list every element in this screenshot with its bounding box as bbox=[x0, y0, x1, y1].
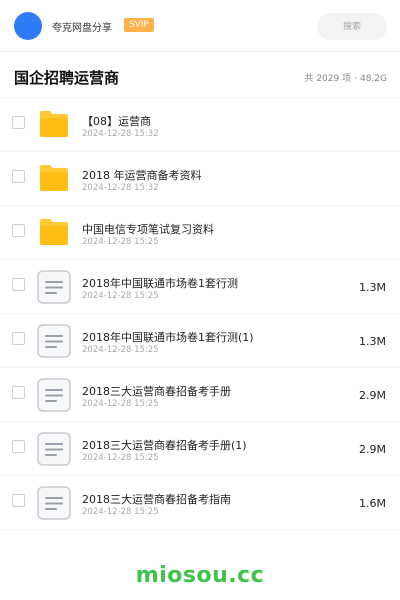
file-row[interactable]: 2018年中国联通市场卷1套行测(1) 2024-12-28 15:25 1.3M bbox=[0, 314, 400, 368]
row-checkbox[interactable] bbox=[12, 386, 25, 399]
folder-row[interactable]: 2018 年运营商备考资料 2024-12-28 15:32 bbox=[0, 152, 400, 206]
document-icon bbox=[37, 324, 71, 358]
item-size: 1.3M bbox=[359, 281, 386, 294]
row-checkbox[interactable] bbox=[12, 332, 25, 345]
item-name[interactable]: 【08】运营商 bbox=[82, 113, 151, 129]
row-checkbox[interactable] bbox=[12, 440, 25, 453]
item-date: 2024-12-28 15:25 bbox=[82, 345, 159, 355]
item-name[interactable]: 2018三大运营商春招备考手册(1) bbox=[82, 437, 247, 453]
folder-icon bbox=[38, 110, 70, 138]
document-icon bbox=[37, 270, 71, 304]
item-name[interactable]: 2018年中国联通市场卷1套行测 bbox=[82, 275, 238, 291]
row-checkbox[interactable] bbox=[12, 224, 25, 237]
item-size: 2.9M bbox=[359, 443, 386, 456]
folder-header: 国企招聘运营商 共 2029 项 · 48.2G bbox=[0, 52, 400, 98]
row-checkbox[interactable] bbox=[12, 278, 25, 291]
item-date: 2024-12-28 15:25 bbox=[82, 507, 159, 517]
document-icon bbox=[37, 486, 71, 520]
file-row[interactable]: 2018三大运营商春招备考指南 2024-12-28 15:25 1.6M bbox=[0, 476, 400, 530]
folder-summary: 共 2029 项 · 48.2G bbox=[304, 71, 387, 84]
item-name[interactable]: 2018三大运营商春招备考手册 bbox=[82, 383, 231, 399]
item-date: 2024-12-28 15:25 bbox=[82, 399, 159, 409]
item-date: 2024-12-28 15:25 bbox=[82, 453, 159, 463]
row-checkbox[interactable] bbox=[12, 170, 25, 183]
svip-badge: SVIP bbox=[124, 18, 154, 32]
search-input[interactable] bbox=[317, 13, 387, 40]
item-size: 1.6M bbox=[359, 497, 386, 510]
folder-row[interactable]: 中国电信专项笔试复习资料 2024-12-28 15:25 bbox=[0, 206, 400, 260]
watermark-brand: miosou.cc bbox=[135, 563, 265, 588]
folder-row[interactable]: 【08】运营商 2024-12-28 15:32 bbox=[0, 98, 400, 152]
folder-icon bbox=[38, 218, 70, 246]
item-date: 2024-12-28 15:25 bbox=[82, 237, 159, 247]
file-row[interactable]: 2018三大运营商春招备考手册(1) 2024-12-28 15:25 2.9M bbox=[0, 422, 400, 476]
file-row[interactable]: 2018三大运营商春招备考手册 2024-12-28 15:25 2.9M bbox=[0, 368, 400, 422]
total-size: 48.2G bbox=[359, 74, 387, 84]
summary-separator: · bbox=[354, 74, 357, 84]
item-name[interactable]: 中国电信专项笔试复习资料 bbox=[82, 221, 214, 237]
owner-name[interactable]: 夸克网盘分享 bbox=[52, 19, 112, 34]
folder-icon bbox=[38, 164, 70, 192]
item-name[interactable]: 2018 年运营商备考资料 bbox=[82, 167, 202, 183]
item-name[interactable]: 2018年中国联通市场卷1套行测(1) bbox=[82, 329, 254, 345]
item-date: 2024-12-28 15:25 bbox=[82, 291, 159, 301]
top-bar: 夸克网盘分享 SVIP bbox=[0, 0, 400, 52]
item-date: 2024-12-28 15:32 bbox=[82, 129, 159, 139]
item-name[interactable]: 2018三大运营商春招备考指南 bbox=[82, 491, 231, 507]
row-checkbox[interactable] bbox=[12, 494, 25, 507]
avatar[interactable] bbox=[14, 12, 42, 40]
item-size: 1.3M bbox=[359, 335, 386, 348]
row-checkbox[interactable] bbox=[12, 116, 25, 129]
document-icon bbox=[37, 378, 71, 412]
file-row[interactable]: 2018年中国联通市场卷1套行测 2024-12-28 15:25 1.3M bbox=[0, 260, 400, 314]
item-count: 共 2029 项 bbox=[304, 74, 352, 84]
page-title: 国企招聘运营商 bbox=[14, 69, 120, 87]
document-icon bbox=[37, 432, 71, 466]
item-date: 2024-12-28 15:32 bbox=[82, 183, 159, 193]
item-size: 2.9M bbox=[359, 389, 386, 402]
